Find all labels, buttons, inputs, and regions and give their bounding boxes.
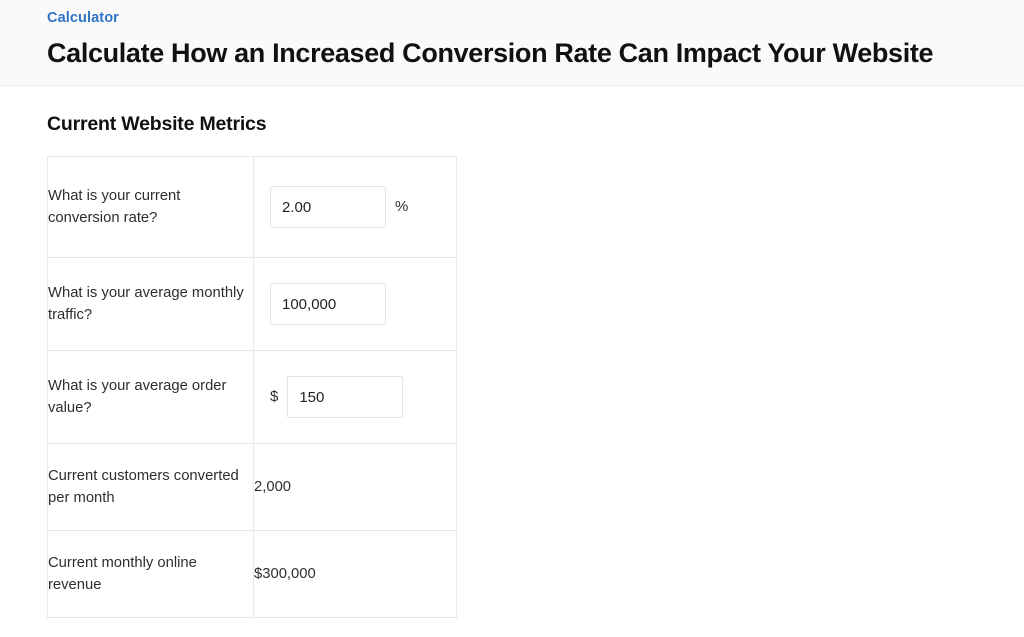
percent-suffix-label: % [395, 198, 409, 215]
breadcrumb-calculator-link[interactable]: Calculator [47, 9, 1024, 27]
calculator-columns: Current Website Metrics What is your cur… [0, 86, 1024, 630]
table-row: What is your current conversion rate? % [47, 156, 457, 258]
conversion-rate-input[interactable] [270, 186, 386, 228]
row-field-current-conversion-rate: % [253, 156, 457, 258]
table-row: What is your average order value? $ [47, 350, 457, 444]
table-row: What is your average monthly traffic? [47, 257, 457, 351]
current-metrics-table: What is your current conversion rate? % … [47, 156, 457, 618]
row-field-monthly-traffic [253, 257, 457, 351]
monthly-traffic-input[interactable] [270, 283, 386, 325]
current-metrics-panel: Current Website Metrics What is your cur… [0, 86, 491, 618]
page-title: Calculate How an Increased Conversion Ra… [47, 38, 934, 68]
row-value-current-customers-converted: 2,000 [253, 443, 457, 531]
row-label-current-monthly-revenue: Current monthly online revenue [47, 530, 254, 618]
row-label-current-conversion-rate: What is your current conversion rate? [47, 156, 254, 258]
revenue-growth-panel: Revenue Growth with Optimization What is… [491, 86, 1024, 630]
row-label-average-order-value: What is your average order value? [47, 350, 254, 444]
table-row: Current monthly online revenue $300,000 [47, 530, 457, 618]
table-row: Current customers converted per month 2,… [47, 443, 457, 531]
section-title-current-metrics: Current Website Metrics [47, 113, 267, 135]
row-label-current-customers-converted: Current customers converted per month [47, 443, 254, 531]
row-value-current-monthly-revenue: $300,000 [253, 530, 457, 618]
row-label-monthly-traffic: What is your average monthly traffic? [47, 257, 254, 351]
average-order-value-input[interactable] [287, 376, 404, 418]
page-header: Calculator Calculate How an Increased Co… [0, 0, 1024, 86]
row-field-average-order-value: $ [253, 350, 457, 444]
dollar-prefix-label: $ [270, 388, 279, 405]
